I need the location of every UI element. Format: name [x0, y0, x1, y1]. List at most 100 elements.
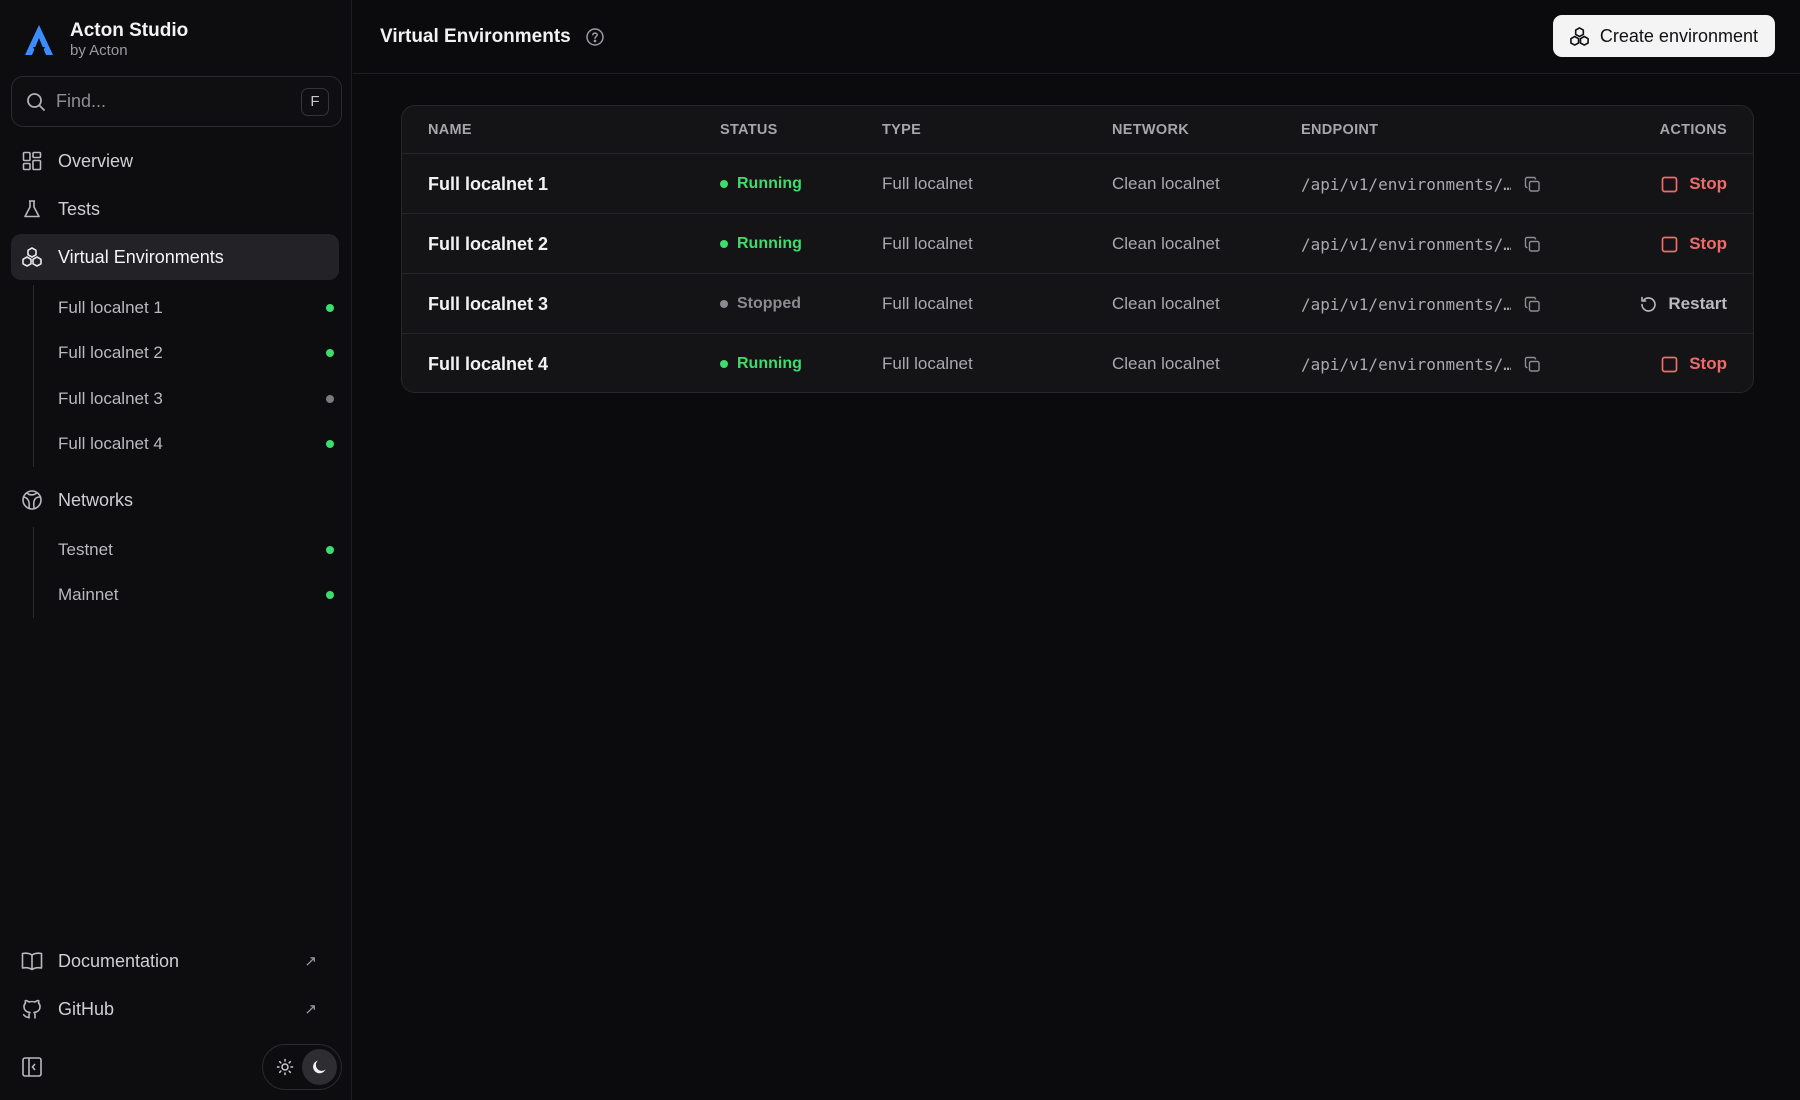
- sidebar-item-testnet[interactable]: Testnet: [34, 527, 334, 573]
- status-label: Running: [737, 355, 802, 372]
- column-header-name: NAME: [428, 122, 472, 138]
- environment-type: Full localnet: [882, 294, 973, 313]
- action-label: Stop: [1689, 234, 1727, 253]
- column-header-actions: ACTIONS: [1659, 122, 1727, 138]
- environment-name[interactable]: Full localnet 3: [428, 274, 548, 334]
- table-row[interactable]: Full localnet 2 Running Full localnet Clean…: [402, 214, 1753, 274]
- environments-subnav: Full localnet 1 Full localnet 2 Full loc…: [33, 285, 334, 467]
- brand-title: Acton Studio: [70, 20, 189, 41]
- search-input[interactable]: Find... F: [11, 76, 342, 127]
- nav-tests[interactable]: Tests: [11, 186, 339, 232]
- create-environment-label: Create environment: [1599, 25, 1758, 46]
- create-environment-button[interactable]: Create environment: [1552, 15, 1775, 57]
- nav-networks-label: Networks: [58, 489, 134, 510]
- status-dot: [326, 440, 334, 449]
- environment-network: Clean localnet: [1112, 354, 1220, 373]
- sidebar-item-full-localnet-4[interactable]: Full localnet 4: [34, 422, 334, 468]
- stop-button[interactable]: Stop: [1660, 154, 1727, 214]
- sidebar-collapse-icon[interactable]: [21, 1056, 43, 1078]
- page-title: Virtual Environments: [380, 25, 571, 47]
- status-label: Stopped: [737, 295, 801, 312]
- status-dot: [720, 180, 728, 188]
- sidebar-item-label: Mainnet: [58, 585, 119, 605]
- brand-subtitle: by Acton: [70, 42, 128, 59]
- nav-overview-label: Overview: [58, 150, 134, 171]
- status-dot: [326, 545, 334, 554]
- environment-type: Full localnet: [882, 234, 973, 253]
- stop-icon: [1660, 235, 1679, 254]
- column-header-type: TYPE: [882, 122, 922, 138]
- sidebar-item-mainnet[interactable]: Mainnet: [34, 573, 334, 619]
- table-row[interactable]: Full localnet 3 Stopped Full localnet Clean…: [402, 274, 1753, 334]
- status-dot: [720, 300, 728, 308]
- sidebar-item-label: Full localnet 1: [58, 297, 163, 317]
- restart-button[interactable]: Restart: [1639, 274, 1727, 334]
- search-shortcut-key: F: [301, 87, 329, 116]
- sidebar-item-label: Full localnet 4: [58, 434, 163, 454]
- theme-toggle[interactable]: [262, 1044, 342, 1090]
- status-dot: [326, 349, 334, 358]
- nav-overview[interactable]: Overview: [11, 138, 339, 184]
- environment-name[interactable]: Full localnet 1: [428, 154, 548, 214]
- sidebar-item-label: Full localnet 3: [58, 388, 163, 408]
- boxes-icon: [1570, 26, 1589, 46]
- status-dot: [720, 360, 728, 368]
- sidebar-item-full-localnet-2[interactable]: Full localnet 2: [34, 331, 334, 377]
- column-header-network: NETWORK: [1112, 122, 1190, 138]
- github-link[interactable]: GitHub ↗: [11, 986, 339, 1032]
- copy-icon[interactable]: [1524, 154, 1542, 214]
- documentation-label: Documentation: [58, 950, 180, 971]
- column-header-status: STATUS: [720, 122, 778, 138]
- networks-subnav: Testnet Mainnet: [33, 527, 334, 618]
- dashboard-icon: [21, 150, 43, 172]
- sun-icon: [276, 1058, 293, 1076]
- github-label: GitHub: [58, 998, 115, 1019]
- environments-table: NAME STATUS TYPE NETWORK ENDPOINT ACTION…: [401, 105, 1754, 393]
- light-mode-option[interactable]: [267, 1049, 302, 1085]
- environment-type: Full localnet: [882, 354, 973, 373]
- status-dot: [326, 394, 334, 403]
- status-dot: [720, 240, 728, 248]
- documentation-link[interactable]: Documentation ↗: [11, 938, 339, 984]
- nav-virtual-environments[interactable]: Virtual Environments: [11, 234, 339, 280]
- search-icon: [27, 92, 45, 111]
- brand[interactable]: Acton Studio by Acton: [22, 20, 188, 60]
- sidebar-item-full-localnet-3[interactable]: Full localnet 3: [34, 376, 334, 422]
- environment-network: Clean localnet: [1112, 174, 1220, 193]
- table-body: Full localnet 1 Running Full localnet Clean…: [402, 154, 1753, 392]
- stop-button[interactable]: Stop: [1660, 214, 1727, 274]
- page-header: Virtual Environments Create environment: [353, 0, 1800, 74]
- action-label: Restart: [1668, 294, 1727, 313]
- environment-name[interactable]: Full localnet 2: [428, 214, 548, 274]
- table-header: NAME STATUS TYPE NETWORK ENDPOINT ACTION…: [402, 106, 1753, 154]
- stop-button[interactable]: Stop: [1660, 334, 1727, 392]
- dark-mode-option[interactable]: [302, 1049, 337, 1085]
- external-link-icon: ↗: [304, 953, 317, 970]
- environment-network: Clean localnet: [1112, 294, 1220, 313]
- status-label: Running: [737, 235, 802, 252]
- status-badge: Running: [720, 154, 802, 214]
- copy-icon[interactable]: [1524, 274, 1542, 334]
- nav-networks[interactable]: Networks: [11, 477, 339, 523]
- environment-endpoint: /api/v1/environments/…: [1301, 234, 1511, 254]
- sidebar-item-full-localnet-1[interactable]: Full localnet 1: [34, 285, 334, 331]
- copy-icon[interactable]: [1524, 334, 1542, 392]
- environment-name[interactable]: Full localnet 4: [428, 334, 548, 392]
- environment-endpoint: /api/v1/environments/…: [1301, 294, 1511, 314]
- restart-icon: [1639, 295, 1658, 314]
- sidebar-item-label: Testnet: [58, 539, 113, 559]
- copy-icon[interactable]: [1524, 214, 1542, 274]
- nav-virtual-environments-label: Virtual Environments: [58, 246, 224, 267]
- table-row[interactable]: Full localnet 1 Running Full localnet Clean…: [402, 154, 1753, 214]
- github-icon: [21, 998, 43, 1020]
- moon-icon: [312, 1060, 325, 1074]
- status-dot: [326, 303, 334, 312]
- table-row[interactable]: Full localnet 4 Running Full localnet Clean…: [402, 334, 1753, 392]
- status-badge: Stopped: [720, 274, 801, 334]
- status-badge: Running: [720, 334, 802, 392]
- status-badge: Running: [720, 214, 802, 274]
- action-label: Stop: [1689, 174, 1727, 193]
- search-placeholder: Find...: [56, 91, 107, 111]
- help-icon[interactable]: [585, 27, 605, 47]
- sidebar: Acton Studio by Acton Find... F Overview…: [0, 0, 352, 1100]
